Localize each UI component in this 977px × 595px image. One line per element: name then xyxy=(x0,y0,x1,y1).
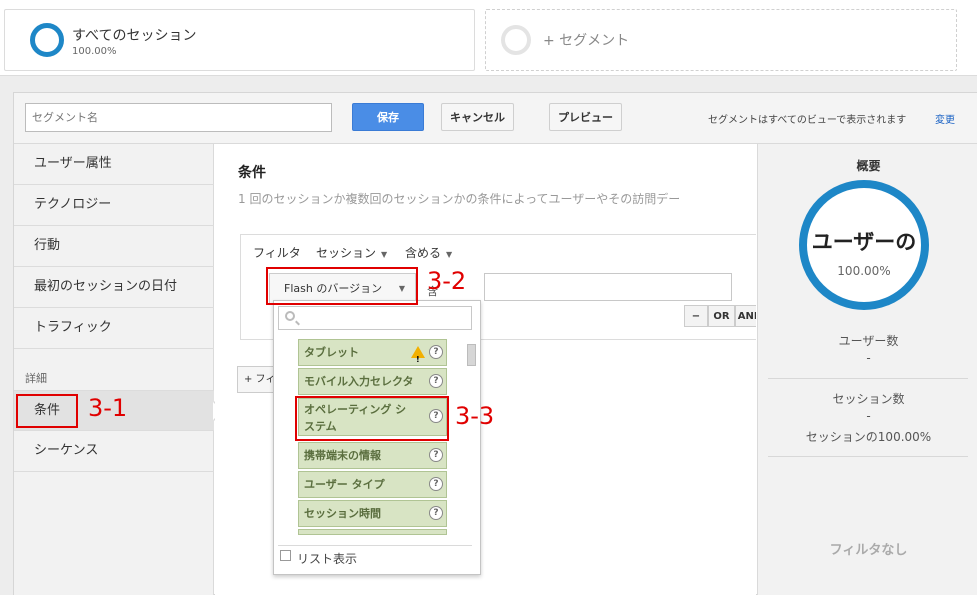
nav-item-sequences[interactable]: シーケンス xyxy=(14,431,214,472)
option-label: ユーザー タイプ xyxy=(304,478,385,491)
editor-header: 保存 キャンセル プレビュー セグメントはすべてのビューで表示されます 変更 xyxy=(14,93,977,144)
option-mobile-device-info[interactable]: 携帯端末の情報 ? xyxy=(298,442,447,469)
segment-name-input[interactable] xyxy=(25,103,332,132)
preview-button[interactable]: プレビュー xyxy=(549,103,622,131)
search-icon xyxy=(285,311,295,321)
nav-item-behavior[interactable]: 行動 xyxy=(14,226,214,267)
nav-item-first-session-date[interactable]: 最初のセッションの日付 xyxy=(14,267,214,308)
option-label: セッション時間 xyxy=(304,507,381,520)
summary-ring: ユーザーの 100.00% xyxy=(799,180,929,310)
option-user-type[interactable]: ユーザー タイプ ? xyxy=(298,471,447,498)
filter-label: フィルタ xyxy=(253,246,301,260)
sessions-value: - xyxy=(866,409,871,423)
segment-name: すべてのセッション xyxy=(72,28,197,44)
page-description: 1 回のセッションか複数回のセッションかの条件によってユーザーやその訪問デー xyxy=(238,192,681,206)
active-segment-card[interactable]: すべてのセッション 100.00% xyxy=(4,9,475,71)
add-segment-card[interactable]: + セグメント xyxy=(485,9,957,71)
scope-dropdown[interactable]: セッション ▼ xyxy=(316,244,387,261)
option-next-partial[interactable] xyxy=(298,529,447,535)
annotation-box-3-3 xyxy=(295,396,449,441)
summary-title: 概要 xyxy=(856,159,881,173)
annotation-box-3-2 xyxy=(266,267,418,305)
chevron-down-icon: ▼ xyxy=(381,250,388,259)
no-filter-label: フィルタなし xyxy=(829,543,908,558)
segment-editor: 保存 キャンセル プレビュー セグメントはすべてのビューで表示されます 変更 ユ… xyxy=(13,92,977,595)
nav-item-demographics[interactable]: ユーザー属性 xyxy=(14,144,214,185)
segment-ring-icon xyxy=(30,23,64,57)
empty-ring-icon xyxy=(501,25,531,55)
popup-search-input[interactable] xyxy=(278,306,472,330)
option-tablet[interactable]: タブレット ? xyxy=(298,339,447,372)
help-icon[interactable]: ? xyxy=(429,448,443,462)
include-label: 含める xyxy=(405,246,442,260)
warning-icon xyxy=(411,346,425,372)
users-value: - xyxy=(866,351,871,365)
annotation-label-3-1: 3-1 xyxy=(88,394,128,422)
annotation-label-3-3: 3-3 xyxy=(455,402,495,430)
segment-bar: すべてのセッション 100.00% + セグメント xyxy=(0,0,977,76)
list-view-checkbox[interactable] xyxy=(280,550,291,561)
or-button[interactable]: OR xyxy=(708,305,735,327)
summary-divider xyxy=(768,456,968,457)
annotation-label-3-2: 3-2 xyxy=(427,267,467,295)
sessions-label: セッション数 xyxy=(832,392,905,406)
and-button[interactable]: AND xyxy=(735,305,756,327)
help-icon[interactable]: ? xyxy=(429,345,443,359)
option-label: モバイル入力セレクタ xyxy=(304,375,414,388)
help-icon[interactable]: ? xyxy=(429,374,443,388)
visibility-note: セグメントはすべてのビューで表示されます xyxy=(708,115,907,126)
option-mobile-input-selector[interactable]: モバイル入力セレクタ ? xyxy=(298,368,447,395)
option-label: 携帯端末の情報 xyxy=(304,449,381,462)
chevron-down-icon: ▼ xyxy=(446,250,453,259)
summary-divider xyxy=(768,378,968,379)
help-icon[interactable]: ? xyxy=(429,506,443,520)
annotation-box-3-1 xyxy=(16,394,78,428)
option-label: タブレット xyxy=(304,346,359,359)
popup-scrollbar[interactable] xyxy=(467,344,476,366)
change-link[interactable]: 変更 xyxy=(935,111,955,126)
popup-divider xyxy=(278,545,472,546)
add-segment-label: + セグメント xyxy=(543,33,630,49)
list-view-label: リスト表示 xyxy=(297,552,358,566)
nav-item-traffic[interactable]: トラフィック xyxy=(14,308,214,349)
category-nav: ユーザー属性 テクノロジー 行動 最初のセッションの日付 トラフィック 詳細 条… xyxy=(14,144,224,595)
nav-item-technology[interactable]: テクノロジー xyxy=(14,185,214,226)
users-label: ユーザー数 xyxy=(838,334,899,348)
include-dropdown[interactable]: 含める ▼ xyxy=(405,244,452,261)
summary-panel: 概要 ユーザーの 100.00% ユーザー数 - セッション数 - セッションの… xyxy=(757,144,977,595)
option-session-duration[interactable]: セッション時間 ? xyxy=(298,500,447,527)
cancel-button[interactable]: キャンセル xyxy=(441,103,514,131)
help-icon[interactable]: ? xyxy=(429,477,443,491)
filter-value-input[interactable] xyxy=(484,273,732,301)
segment-percent: 100.00% xyxy=(72,46,117,57)
summary-ring-label: ユーザーの xyxy=(811,230,917,254)
page-title: 条件 xyxy=(238,165,266,181)
remove-button[interactable]: − xyxy=(684,305,708,327)
summary-ring-percent: 100.00% xyxy=(837,264,891,278)
nav-section-advanced: 詳細 xyxy=(25,372,47,385)
scope-label: セッション xyxy=(316,246,377,260)
sessions-percent: セッションの100.00% xyxy=(805,430,932,444)
save-button[interactable]: 保存 xyxy=(352,103,424,131)
